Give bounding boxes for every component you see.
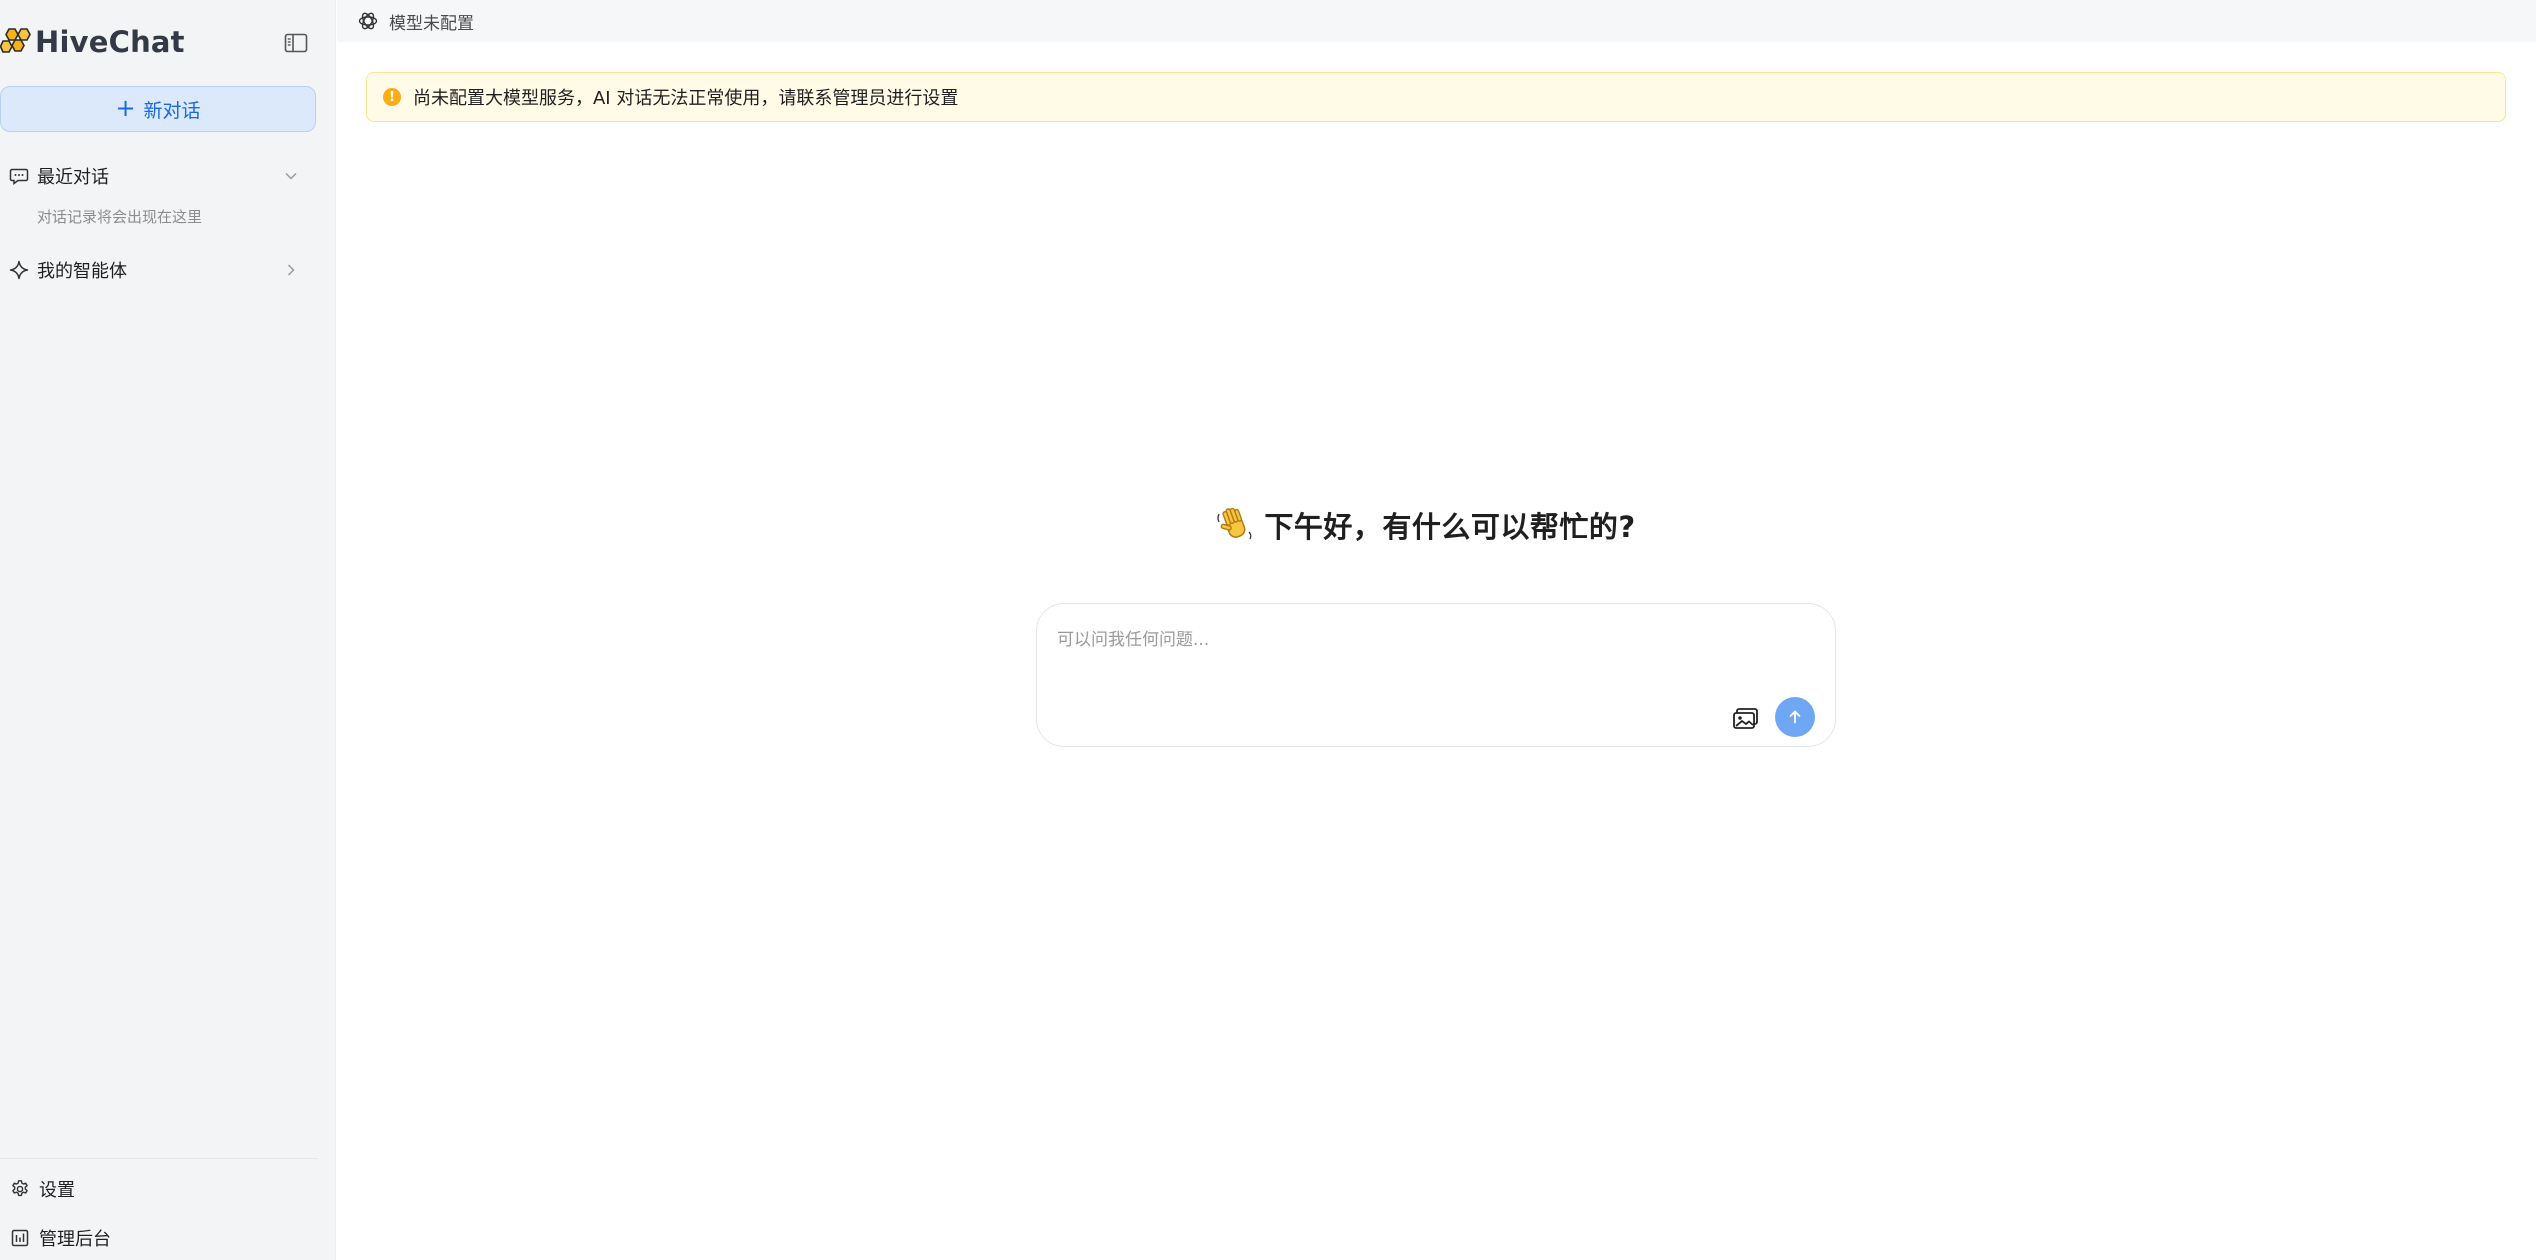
plus-icon: + xyxy=(115,94,136,122)
openai-logo-icon[interactable] xyxy=(357,10,379,32)
sparkle-icon xyxy=(9,260,29,280)
sidebar: HiveChat + 新对话 最近对话 对话记录将会出现在这里 我的智能体 设置… xyxy=(0,0,336,1260)
message-input[interactable] xyxy=(1057,622,1797,658)
gear-icon xyxy=(10,1179,30,1199)
recent-chats-section[interactable]: 最近对话 xyxy=(0,158,310,194)
app-root: HiveChat + 新对话 最近对话 对话记录将会出现在这里 我的智能体 设置… xyxy=(0,0,2536,1260)
topbar: 模型未配置 xyxy=(337,0,2536,42)
waving-hand-icon xyxy=(1217,507,1252,540)
dashboard-icon xyxy=(10,1228,30,1248)
image-upload-button[interactable] xyxy=(1731,704,1761,734)
chat-bubble-icon xyxy=(9,166,29,186)
greeting-text: 下午好，有什么可以帮忙的? xyxy=(1264,510,1636,544)
sidebar-collapse-button[interactable] xyxy=(282,30,310,56)
new-chat-label: 新对话 xyxy=(143,99,201,122)
settings-label: 设置 xyxy=(39,1180,75,1201)
model-selector[interactable]: 模型未配置 xyxy=(389,9,474,34)
greeting: 下午好，有什么可以帮忙的? xyxy=(1036,500,1816,550)
send-button[interactable] xyxy=(1775,697,1815,737)
my-agents-section[interactable]: 我的智能体 xyxy=(0,252,310,288)
image-icon xyxy=(1733,708,1758,729)
arrow-up-icon xyxy=(1789,710,1801,724)
admin-link[interactable]: 管理后台 xyxy=(0,1220,300,1256)
app-name: HiveChat xyxy=(35,25,185,59)
recent-empty-hint: 对话记录将会出现在这里 xyxy=(37,208,203,226)
new-chat-button[interactable]: + 新对话 xyxy=(0,86,316,132)
warning-alert: ! 尚未配置大模型服务，AI 对话无法正常使用，请联系管理员进行设置 xyxy=(366,72,2506,122)
my-agents-label: 我的智能体 xyxy=(37,261,127,282)
sidebar-divider xyxy=(0,1158,318,1159)
brand: HiveChat xyxy=(0,22,185,62)
warning-icon: ! xyxy=(383,88,401,106)
chevron-right-icon xyxy=(282,261,300,279)
admin-label: 管理后台 xyxy=(39,1229,111,1250)
hive-logo-icon xyxy=(0,28,31,53)
sidebar-toggle-icon xyxy=(284,33,308,53)
recent-chats-label: 最近对话 xyxy=(37,167,109,188)
warning-text: 尚未配置大模型服务，AI 对话无法正常使用，请联系管理员进行设置 xyxy=(413,88,959,109)
settings-link[interactable]: 设置 xyxy=(0,1171,300,1207)
chevron-down-icon xyxy=(282,167,300,185)
chat-composer xyxy=(1036,603,1836,747)
